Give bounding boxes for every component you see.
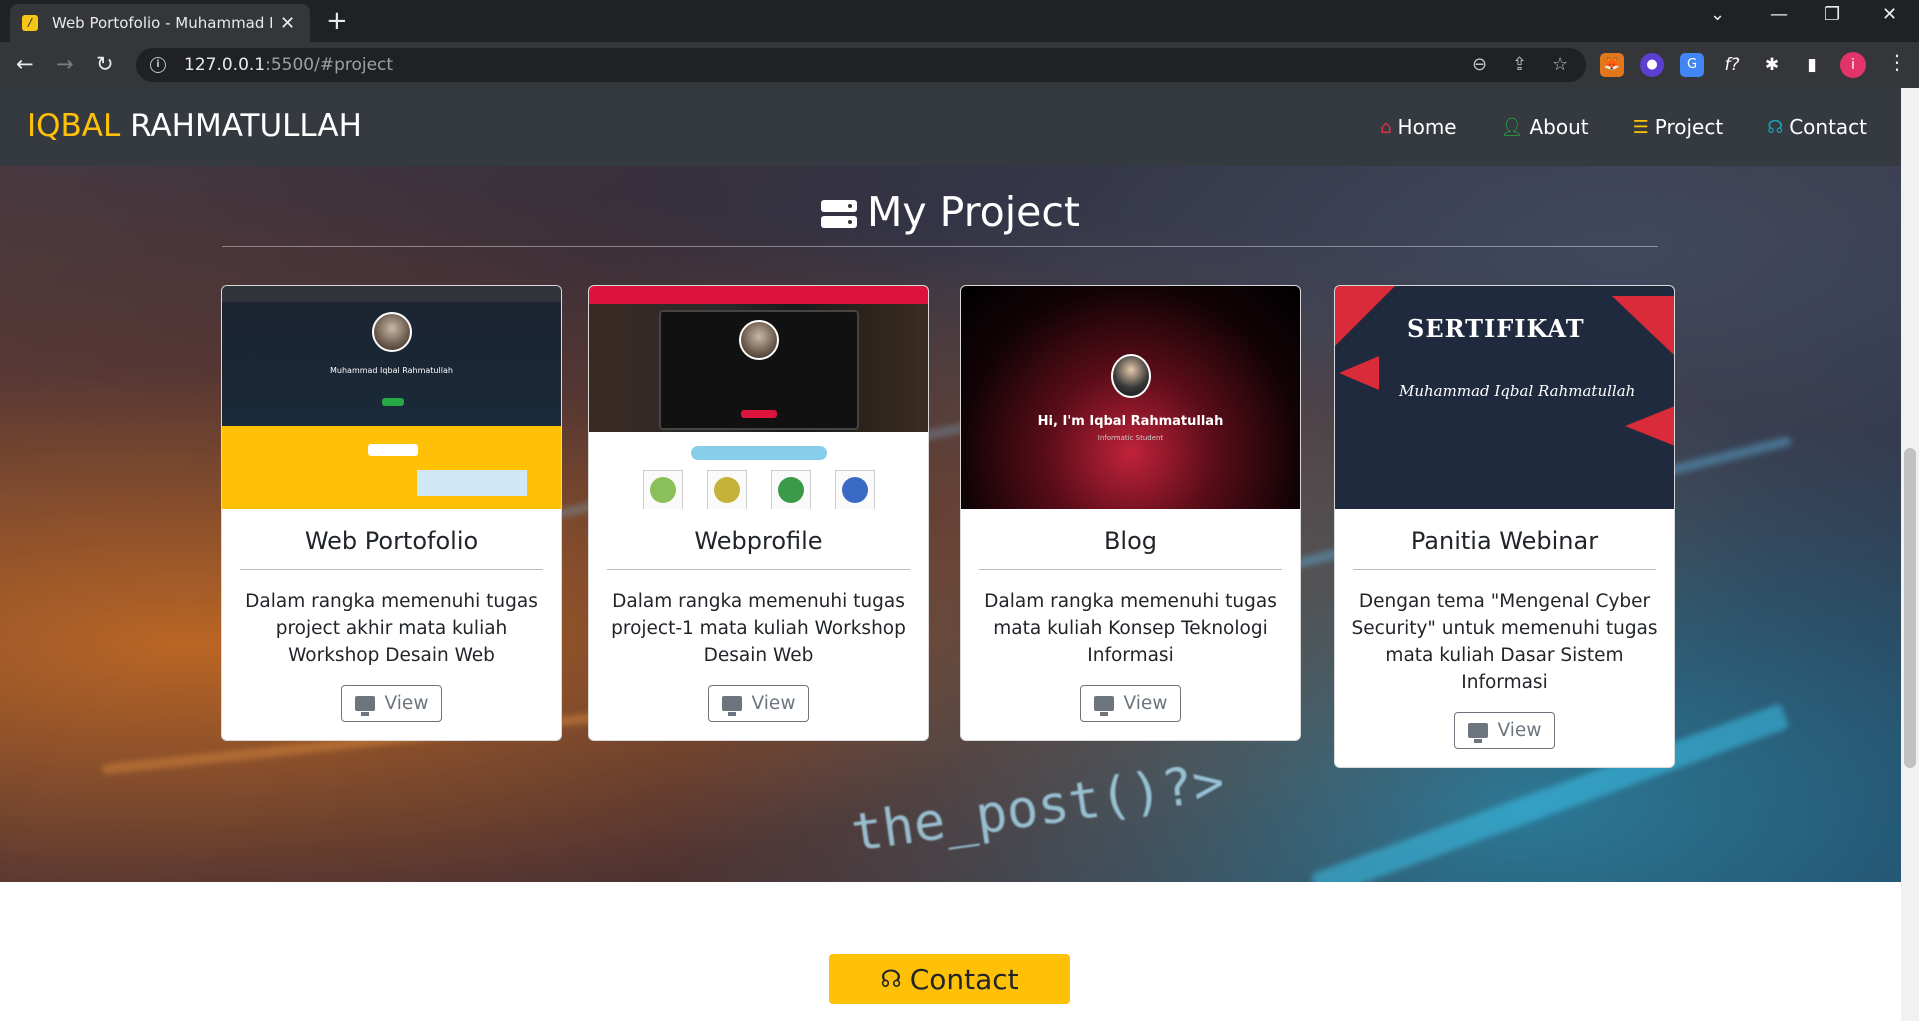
headset-icon: ☊: [880, 965, 902, 993]
title-divider: [222, 246, 1658, 247]
nav-home-label: Home: [1397, 115, 1457, 139]
project-description: Dalam rangka memenuhi tugas mata kuliah …: [984, 591, 1277, 666]
certificate-title: SERTIFIKAT: [1407, 314, 1585, 343]
project-title: Web Portofolio: [304, 527, 479, 555]
nav-contact[interactable]: ☊ Contact: [1767, 115, 1867, 139]
zoom-out-icon[interactable]: ⊖: [1472, 54, 1487, 75]
metamask-extension-icon[interactable]: 🦊: [1600, 53, 1624, 77]
section-title: My Project: [0, 188, 1901, 236]
new-tab-icon[interactable]: +: [326, 6, 348, 36]
monitor-icon: [721, 696, 742, 716]
project-card-blog: Hi, I'm Iqbal Rahmatullah Informatic Stu…: [960, 285, 1301, 741]
background-code-text: the_post()?>: [847, 752, 1229, 864]
brand-last-name: RAHMATULLAH: [130, 108, 362, 144]
address-bar[interactable]: i 127.0.0.1:5500/#project ⊖ ⇪ ☆: [136, 48, 1586, 82]
tab-title: Web Portofolio - Muhammad Iqb: [52, 14, 272, 32]
headset-icon: ☊: [1767, 116, 1784, 138]
browser-toolbar: ← → ↻ i 127.0.0.1:5500/#project ⊖ ⇪ ☆ 🦊 …: [0, 42, 1919, 88]
project-card-web-portofolio: Muhammad Iqbal Rahmatullah Web Portofoli…: [221, 285, 562, 741]
side-panel-icon[interactable]: ▮: [1800, 53, 1824, 77]
project-thumbnail: SERTIFIKAT Muhammad Iqbal Rahmatullah: [1335, 286, 1674, 509]
close-icon[interactable]: ✕: [280, 13, 295, 34]
avatar: [1111, 354, 1151, 398]
nav-about[interactable]: 👤︎ About: [1501, 115, 1589, 139]
profile-avatar[interactable]: i: [1840, 52, 1866, 78]
forward-icon[interactable]: →: [56, 52, 74, 76]
project-section: the_post()?> IQBAL RAHMATULLAH ⌂ Home 👤︎…: [0, 88, 1901, 882]
nav-contact-label: Contact: [1789, 115, 1867, 139]
restore-icon[interactable]: ❐: [1824, 4, 1840, 25]
window-close-icon[interactable]: ✕: [1882, 4, 1897, 25]
bookmark-star-icon[interactable]: ☆: [1552, 54, 1568, 75]
avatar: [372, 312, 412, 352]
home-icon: ⌂: [1380, 116, 1392, 138]
project-description: Dengan tema "Mengenal Cyber Security" un…: [1351, 591, 1658, 693]
view-button[interactable]: View: [1453, 712, 1556, 749]
minimize-icon[interactable]: —: [1770, 4, 1788, 25]
brand-first-name: IQBAL: [27, 108, 121, 144]
project-card-webprofile: Webprofile Dalam rangka memenuhi tugas p…: [588, 285, 929, 741]
tab-search-icon[interactable]: ⌄: [1710, 4, 1725, 25]
section-title-text: My Project: [867, 188, 1080, 236]
extension-icon[interactable]: ●: [1640, 53, 1664, 77]
project-thumbnail: Muhammad Iqbal Rahmatullah: [222, 286, 561, 509]
formula-extension-icon[interactable]: f?: [1720, 53, 1744, 77]
nav-project-label: Project: [1654, 115, 1724, 139]
url-host: 127.0.0.1: [184, 55, 266, 75]
user-icon: 👤︎: [1500, 116, 1524, 138]
scrollbar-thumb[interactable]: [1904, 448, 1916, 768]
nav-home[interactable]: ⌂ Home: [1380, 115, 1457, 139]
reload-icon[interactable]: ↻: [96, 52, 114, 76]
share-icon[interactable]: ⇪: [1512, 54, 1527, 75]
project-description: Dalam rangka memenuhi tugas project-1 ma…: [611, 591, 906, 666]
back-icon[interactable]: ←: [16, 52, 34, 76]
favicon-icon: /: [22, 15, 38, 31]
monitor-icon: [354, 696, 375, 716]
project-card-panitia-webinar: SERTIFIKAT Muhammad Iqbal Rahmatullah Pa…: [1334, 285, 1675, 768]
view-button[interactable]: View: [340, 685, 443, 722]
server-icon: ☰: [1632, 116, 1649, 138]
monitor-icon: [1467, 723, 1488, 743]
project-title: Webprofile: [694, 527, 823, 555]
contact-label: Contact: [909, 962, 1019, 996]
contact-heading-button[interactable]: ☊ Contact: [829, 954, 1070, 1004]
server-icon: [821, 200, 858, 228]
nav-project[interactable]: ☰ Project: [1633, 115, 1724, 139]
project-description: Dalam rangka memenuhi tugas project akhi…: [245, 591, 538, 666]
browser-tab[interactable]: / Web Portofolio - Muhammad Iqb ✕: [10, 4, 310, 42]
monitor-icon: [1093, 696, 1114, 716]
page-viewport: the_post()?> IQBAL RAHMATULLAH ⌂ Home 👤︎…: [0, 88, 1901, 1021]
avatar: [739, 320, 779, 360]
more-menu-icon[interactable]: ⋮: [1887, 50, 1907, 74]
page-scrollbar[interactable]: [1901, 88, 1919, 1021]
translate-extension-icon[interactable]: G: [1680, 53, 1704, 77]
url-path: :5500/#project: [265, 55, 394, 75]
view-button[interactable]: View: [707, 685, 810, 722]
project-title: Panitia Webinar: [1410, 527, 1599, 555]
info-icon[interactable]: i: [150, 57, 166, 73]
project-title: Blog: [1103, 527, 1158, 555]
certificate-name: Muhammad Iqbal Rahmatullah: [1399, 382, 1636, 400]
project-thumbnail: [589, 286, 928, 509]
project-thumbnail: Hi, I'm Iqbal Rahmatullah Informatic Stu…: [961, 286, 1300, 509]
nav-about-label: About: [1529, 115, 1589, 139]
brand-logo[interactable]: IQBAL RAHMATULLAH: [27, 108, 362, 144]
view-button[interactable]: View: [1079, 685, 1182, 722]
nav-links: ⌂ Home 👤︎ About ☰ Project ☊ Contact: [1380, 88, 1867, 166]
puzzle-icon[interactable]: ✱: [1760, 53, 1784, 77]
browser-tabstrip: / Web Portofolio - Muhammad Iqb ✕ + ⌄ — …: [0, 0, 1919, 42]
site-navbar: IQBAL RAHMATULLAH ⌂ Home 👤︎ About ☰ Proj…: [0, 88, 1901, 166]
